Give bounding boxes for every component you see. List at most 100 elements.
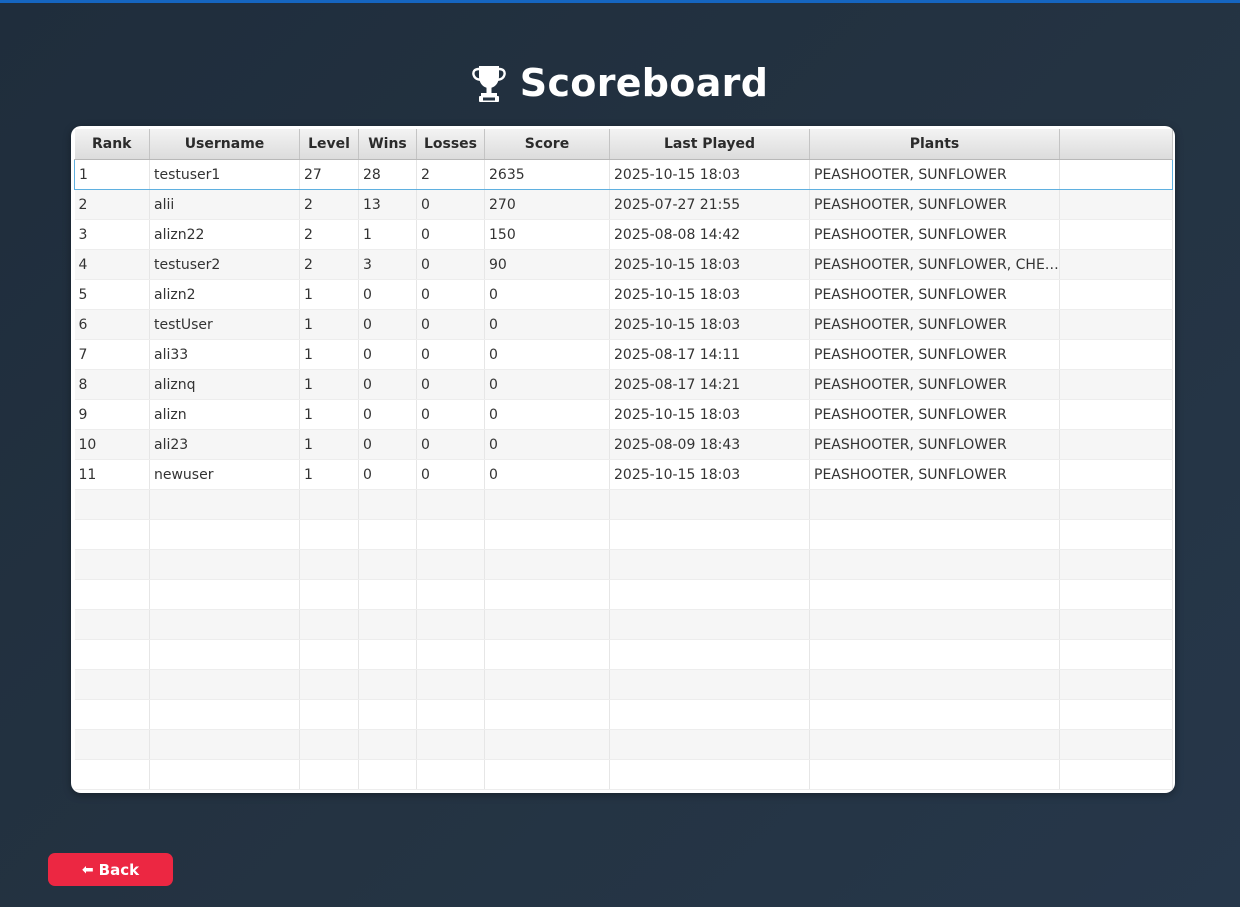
table-cell: 2025-08-09 18:43 — [609, 429, 810, 460]
column-header[interactable]: Losses — [416, 129, 485, 160]
table-cell: testuser2 — [149, 249, 300, 280]
table-cell: 2025-07-27 21:55 — [609, 189, 810, 220]
table-cell: 1 — [299, 279, 359, 310]
table-cell — [1059, 729, 1173, 760]
table-cell: PEASHOOTER, SUNFLOWER — [809, 309, 1060, 340]
table-cell — [416, 729, 485, 760]
table-cell — [416, 699, 485, 730]
page-title: Scoreboard — [519, 61, 769, 105]
table-cell — [149, 489, 300, 520]
table-cell: 0 — [484, 339, 610, 370]
table-row[interactable]: 7 ali33 1 0 0 0 2025-08-17 14:11 PEASHOOTER, SU… — [74, 339, 1173, 370]
table-cell — [1059, 219, 1173, 250]
table-row[interactable]: 6 testUser 1 0 0 0 2025-10-15 18:03 PEASHOOTER,… — [74, 309, 1173, 340]
table-cell — [299, 669, 359, 700]
column-header[interactable] — [1059, 129, 1173, 160]
table-cell: PEASHOOTER, SUNFLOWER — [809, 399, 1060, 430]
table-cell — [74, 639, 150, 670]
table-body: 1 testuser1 27 28 2 2635 2025-10-15 18:03 PEASH… — [74, 159, 1173, 790]
table-cell — [149, 759, 300, 790]
table-cell — [1059, 669, 1173, 700]
table-cell — [1059, 519, 1173, 550]
table-cell — [299, 639, 359, 670]
table-cell: 1 — [299, 309, 359, 340]
table-cell — [609, 549, 810, 580]
table-cell: 2 — [74, 189, 150, 220]
table-cell: 0 — [484, 309, 610, 340]
table-cell: PEASHOOTER, SUNFLOWER — [809, 279, 1060, 310]
table-cell: 28 — [358, 159, 417, 190]
table-row[interactable]: 11 newuser 1 0 0 0 2025-10-15 18:03 PEASHOOTER,… — [74, 459, 1173, 490]
table-cell: 0 — [358, 339, 417, 370]
column-header[interactable]: Score — [484, 129, 610, 160]
column-header[interactable]: Last Played — [609, 129, 810, 160]
table-row[interactable]: 2 alii 2 13 0 270 2025-07-27 21:55 PEASHOOTER, … — [74, 189, 1173, 220]
table-cell: 3 — [358, 249, 417, 280]
table-cell: 2 — [299, 249, 359, 280]
table-row[interactable]: 5 alizn2 1 0 0 0 2025-10-15 18:03 PEASHOOTER, S… — [74, 279, 1173, 310]
table-cell: 0 — [416, 249, 485, 280]
table-cell — [609, 639, 810, 670]
column-header[interactable]: Rank — [74, 129, 150, 160]
table-row[interactable]: 3 alizn22 2 1 0 150 2025-08-08 14:42 PEASHOOTER… — [74, 219, 1173, 250]
table-cell — [609, 759, 810, 790]
table-cell: 2 — [416, 159, 485, 190]
table-cell — [299, 579, 359, 610]
table-cell: 0 — [358, 279, 417, 310]
table-cell — [809, 549, 1060, 580]
table-cell: PEASHOOTER, SUNFLOWER — [809, 189, 1060, 220]
table-cell: 0 — [416, 219, 485, 250]
column-header[interactable]: Level — [299, 129, 359, 160]
scoreboard-table[interactable]: Rank Username Level Wins Losses Score Last Pla… — [74, 129, 1173, 790]
table-cell — [484, 669, 610, 700]
table-row[interactable]: 1 testuser1 27 28 2 2635 2025-10-15 18:03 PEASH… — [74, 159, 1173, 190]
table-cell — [809, 639, 1060, 670]
table-cell: 10 — [74, 429, 150, 460]
table-cell — [809, 669, 1060, 700]
table-cell: PEASHOOTER, SUNFLOWER — [809, 219, 1060, 250]
table-cell — [149, 609, 300, 640]
table-cell: 0 — [416, 429, 485, 460]
table-cell — [299, 549, 359, 580]
table-cell: 4 — [74, 249, 150, 280]
table-cell: PEASHOOTER, SUNFLOWER — [809, 159, 1060, 190]
table-cell: 0 — [484, 279, 610, 310]
table-cell — [416, 759, 485, 790]
table-cell — [416, 519, 485, 550]
table-cell: 11 — [74, 459, 150, 490]
table-row[interactable]: 8 aliznq 1 0 0 0 2025-08-17 14:21 PEASHOOTER, S… — [74, 369, 1173, 400]
table-cell: 5 — [74, 279, 150, 310]
table-cell: 8 — [74, 369, 150, 400]
table-cell — [1059, 309, 1173, 340]
table-cell: 0 — [358, 429, 417, 460]
table-cell — [74, 729, 150, 760]
table-cell: 2025-10-15 18:03 — [609, 159, 810, 190]
table-cell — [1059, 339, 1173, 370]
back-button[interactable]: ⬅ Back — [48, 853, 173, 886]
table-cell: 90 — [484, 249, 610, 280]
table-cell: newuser — [149, 459, 300, 490]
table-cell: 0 — [416, 339, 485, 370]
table-cell: 2025-08-17 14:21 — [609, 369, 810, 400]
back-button-label: Back — [98, 860, 140, 879]
table-cell — [74, 609, 150, 640]
column-header[interactable]: Wins — [358, 129, 417, 160]
table-row[interactable]: 9 alizn 1 0 0 0 2025-10-15 18:03 PEASHOOTER, SU… — [74, 399, 1173, 430]
table-row[interactable]: 10 ali23 1 0 0 0 2025-08-09 18:43 PEASHOOTER, S… — [74, 429, 1173, 460]
empty-table-row — [74, 639, 1173, 670]
table-cell — [149, 579, 300, 610]
table-cell: 1 — [299, 459, 359, 490]
table-cell: 150 — [484, 219, 610, 250]
empty-table-row — [74, 579, 1173, 610]
column-header[interactable]: Username — [149, 129, 300, 160]
table-row[interactable]: 4 testuser2 2 3 0 90 2025-10-15 18:03 PEASHOOTE… — [74, 249, 1173, 280]
table-cell — [74, 699, 150, 730]
table-cell: 2 — [299, 189, 359, 220]
table-cell — [358, 579, 417, 610]
table-cell — [609, 489, 810, 520]
table-cell — [149, 729, 300, 760]
table-cell: 0 — [416, 399, 485, 430]
table-cell — [416, 549, 485, 580]
column-header[interactable]: Plants — [809, 129, 1060, 160]
table-cell — [609, 669, 810, 700]
